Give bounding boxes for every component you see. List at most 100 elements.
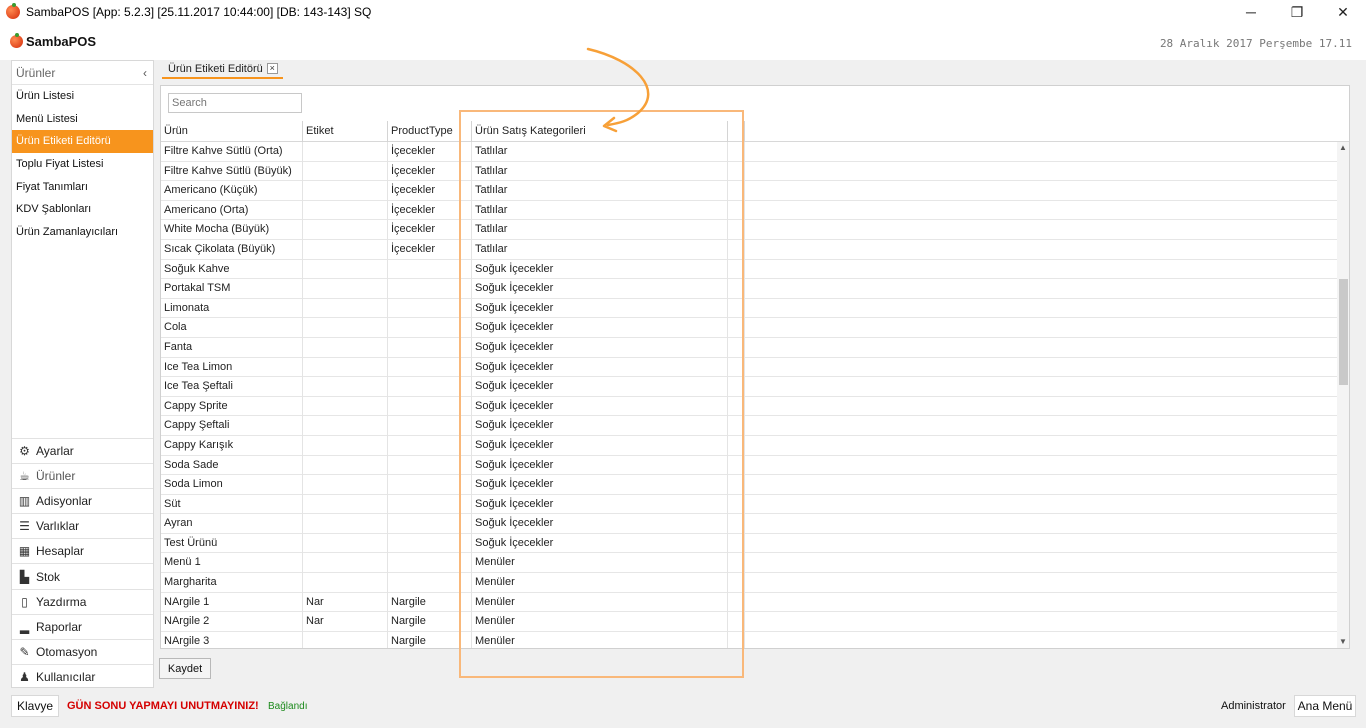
- table-cell[interactable]: [388, 533, 472, 554]
- table-row[interactable]: Cappy Şeftali Soğuk İçecekler: [161, 416, 1337, 436]
- table-cell[interactable]: Nar: [303, 592, 388, 613]
- table-cell[interactable]: Tatlılar: [472, 181, 728, 201]
- table-cell[interactable]: İçecekler: [388, 220, 472, 240]
- table-cell[interactable]: Tatlılar: [472, 220, 728, 240]
- table-cell[interactable]: Tatlılar: [472, 239, 728, 260]
- table-cell[interactable]: Süt: [161, 494, 303, 515]
- restore-button[interactable]: ❐: [1274, 0, 1320, 24]
- table-row[interactable]: Ayran Soğuk İçecekler: [161, 514, 1337, 534]
- table-cell[interactable]: Soğuk İçecekler: [472, 494, 728, 515]
- table-cell[interactable]: [388, 396, 472, 417]
- sidebar-item[interactable]: Ürün Etiketi Editörü: [12, 130, 153, 154]
- table-cell[interactable]: [388, 377, 472, 397]
- table-cell[interactable]: Soğuk İçecekler: [472, 396, 728, 417]
- table-cell[interactable]: Cappy Sprite: [161, 396, 303, 417]
- nav-item[interactable]: ▂ Raporlar: [12, 613, 153, 639]
- table-cell[interactable]: Soğuk İçecekler: [472, 337, 728, 358]
- scroll-down-icon[interactable]: ▼: [1337, 636, 1349, 648]
- table-row[interactable]: Fanta Soğuk İçecekler: [161, 337, 1337, 358]
- table-cell[interactable]: [388, 494, 472, 515]
- table-cell[interactable]: [303, 259, 388, 280]
- table-cell[interactable]: Menüler: [472, 612, 728, 632]
- table-cell[interactable]: NArgile 2: [161, 612, 303, 632]
- table-cell[interactable]: İçecekler: [388, 181, 472, 201]
- table-row[interactable]: Süt Soğuk İçecekler: [161, 494, 1337, 515]
- table-cell[interactable]: Limonata: [161, 298, 303, 319]
- table-row[interactable]: Soda Limon Soğuk İçecekler: [161, 475, 1337, 495]
- table-row[interactable]: Ice Tea Şeftali Soğuk İçecekler: [161, 377, 1337, 397]
- table-row[interactable]: Ice Tea Limon Soğuk İçecekler: [161, 357, 1337, 378]
- keyboard-button[interactable]: Klavye: [11, 695, 59, 717]
- table-cell[interactable]: [303, 435, 388, 456]
- table-cell[interactable]: [388, 318, 472, 338]
- sidebar-item[interactable]: Menü Listesi: [12, 108, 153, 131]
- table-cell[interactable]: [303, 533, 388, 554]
- save-button[interactable]: Kaydet: [159, 658, 211, 679]
- table-cell[interactable]: Test Ürünü: [161, 533, 303, 554]
- table-cell[interactable]: [303, 239, 388, 260]
- table-cell[interactable]: Menü 1: [161, 553, 303, 574]
- nav-item[interactable]: ▥ Adisyonlar: [12, 488, 153, 513]
- table-cell[interactable]: Portakal TSM: [161, 279, 303, 299]
- table-cell[interactable]: Ice Tea Limon: [161, 357, 303, 378]
- nav-item[interactable]: ▦ Hesaplar: [12, 538, 153, 563]
- table-cell[interactable]: Soğuk İçecekler: [472, 377, 728, 397]
- nav-item[interactable]: ▙ Stok: [12, 563, 153, 588]
- table-cell[interactable]: [303, 494, 388, 515]
- main-menu-button[interactable]: Ana Menü: [1294, 695, 1356, 717]
- table-cell[interactable]: [388, 435, 472, 456]
- table-cell[interactable]: Nargile: [388, 592, 472, 613]
- table-cell[interactable]: Fanta: [161, 337, 303, 358]
- table-cell[interactable]: [303, 142, 388, 162]
- table-cell[interactable]: Ice Tea Şeftali: [161, 377, 303, 397]
- column-header-urun[interactable]: Ürün: [161, 121, 303, 142]
- table-row[interactable]: Filtre Kahve Sütlü (Orta) İçecekler Tatlıl…: [161, 142, 1337, 162]
- table-cell[interactable]: [388, 337, 472, 358]
- table-cell[interactable]: [303, 377, 388, 397]
- table-cell[interactable]: Sıcak Çikolata (Büyük): [161, 239, 303, 260]
- table-cell[interactable]: [303, 318, 388, 338]
- table-cell[interactable]: İçecekler: [388, 200, 472, 221]
- table-row[interactable]: NArgile 3 Nargile Menüler: [161, 631, 1337, 648]
- table-row[interactable]: Soda Sade Soğuk İçecekler: [161, 455, 1337, 476]
- table-cell[interactable]: Menüler: [472, 592, 728, 613]
- table-cell[interactable]: [303, 455, 388, 476]
- collapse-chevron-icon[interactable]: ‹: [143, 66, 147, 80]
- sidebar-item[interactable]: Toplu Fiyat Listesi: [12, 153, 153, 176]
- table-cell[interactable]: Soda Limon: [161, 475, 303, 495]
- table-row[interactable]: Test Ürünü Soğuk İçecekler: [161, 533, 1337, 554]
- table-cell[interactable]: [303, 631, 388, 648]
- table-row[interactable]: Portakal TSM Soğuk İçecekler: [161, 279, 1337, 299]
- table-cell[interactable]: Menüler: [472, 631, 728, 648]
- table-cell[interactable]: Tatlılar: [472, 161, 728, 182]
- nav-item[interactable]: ⚙ Ayarlar: [12, 438, 153, 463]
- tab-close-icon[interactable]: ×: [266, 63, 278, 74]
- table-row[interactable]: Margharita Menüler: [161, 573, 1337, 593]
- sidebar-item[interactable]: KDV Şablonları: [12, 198, 153, 221]
- table-cell[interactable]: Cola: [161, 318, 303, 338]
- table-cell[interactable]: Soğuk İçecekler: [472, 435, 728, 456]
- table-cell[interactable]: Soğuk İçecekler: [472, 298, 728, 319]
- table-cell[interactable]: [303, 200, 388, 221]
- table-row[interactable]: Cappy Karışık Soğuk İçecekler: [161, 435, 1337, 456]
- table-cell[interactable]: Soğuk İçecekler: [472, 475, 728, 495]
- table-cell[interactable]: [303, 161, 388, 182]
- scroll-up-icon[interactable]: ▲: [1337, 142, 1349, 154]
- table-cell[interactable]: İçecekler: [388, 142, 472, 162]
- table-cell[interactable]: [388, 475, 472, 495]
- table-cell[interactable]: Nargile: [388, 612, 472, 632]
- table-row[interactable]: NArgile 1 Nar Nargile Menüler: [161, 592, 1337, 613]
- table-cell[interactable]: Menüler: [472, 573, 728, 593]
- table-cell[interactable]: Soğuk İçecekler: [472, 318, 728, 338]
- table-cell[interactable]: [303, 396, 388, 417]
- table-row[interactable]: Cola Soğuk İçecekler: [161, 318, 1337, 338]
- table-cell[interactable]: [303, 573, 388, 593]
- table-cell[interactable]: [303, 475, 388, 495]
- table-cell[interactable]: İçecekler: [388, 239, 472, 260]
- table-cell[interactable]: [388, 514, 472, 534]
- table-cell[interactable]: [388, 416, 472, 436]
- column-header-satis-kategorileri[interactable]: Ürün Satış Kategorileri: [472, 121, 728, 142]
- table-row[interactable]: Soğuk Kahve Soğuk İçecekler: [161, 259, 1337, 280]
- nav-item[interactable]: ✎ Otomasyon: [12, 638, 153, 664]
- close-button[interactable]: ✕: [1320, 0, 1366, 24]
